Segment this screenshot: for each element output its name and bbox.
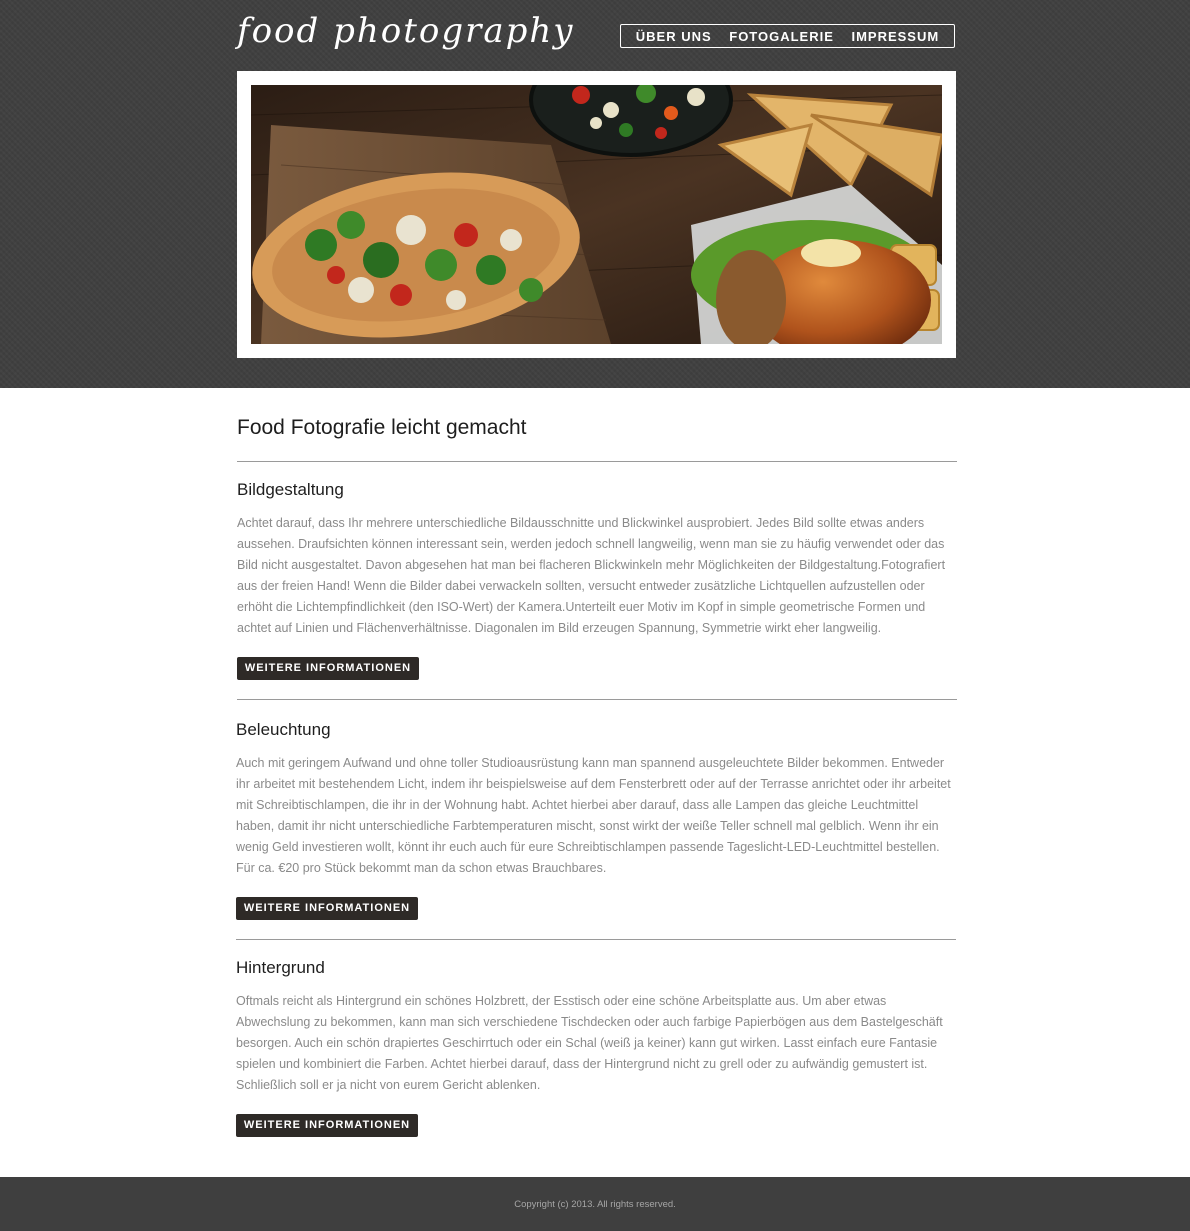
- site-header: food photography ÜBER UNS FOTOGALERIE IM…: [0, 0, 1190, 388]
- more-info-button-hintergrund[interactable]: WEITERE INFORMATIONEN: [236, 1114, 418, 1137]
- main-nav: ÜBER UNS FOTOGALERIE IMPRESSUM: [620, 24, 955, 48]
- site-footer: Copyright (c) 2013. All rights reserved.: [0, 1177, 1190, 1231]
- section-heading: Beleuchtung: [236, 720, 331, 739]
- section-heading: Bildgestaltung: [237, 480, 344, 499]
- section-text: Oftmals reicht als Hintergrund ein schön…: [236, 994, 943, 1092]
- nav-link-ueber-uns[interactable]: ÜBER UNS: [636, 29, 712, 44]
- section-bildgestaltung: Bildgestaltung Achtet darauf, dass Ihr m…: [237, 480, 958, 639]
- hero-food-photo: [251, 85, 942, 344]
- more-info-button-bildgestaltung[interactable]: WEITERE INFORMATIONEN: [237, 657, 419, 680]
- nav-link-impressum[interactable]: IMPRESSUM: [851, 29, 939, 44]
- divider: [237, 461, 957, 462]
- site-logo[interactable]: food photography: [237, 6, 575, 56]
- page-title: Food Fotografie leicht gemacht: [237, 416, 527, 439]
- section-beleuchtung: Beleuchtung Auch mit geringem Aufwand un…: [236, 720, 957, 879]
- section-hintergrund: Hintergrund Oftmals reicht als Hintergru…: [236, 958, 957, 1096]
- more-info-button-beleuchtung[interactable]: WEITERE INFORMATIONEN: [236, 897, 418, 920]
- divider: [237, 699, 957, 700]
- section-text: Auch mit geringem Aufwand und ohne tolle…: [236, 756, 951, 875]
- section-heading: Hintergrund: [236, 958, 325, 977]
- section-text: Achtet darauf, dass Ihr mehrere untersch…: [237, 516, 946, 635]
- copyright-text: Copyright (c) 2013. All rights reserved.: [514, 1198, 676, 1210]
- divider: [236, 939, 956, 940]
- nav-link-fotogalerie[interactable]: FOTOGALERIE: [729, 29, 834, 44]
- hero-image-frame: [237, 71, 956, 358]
